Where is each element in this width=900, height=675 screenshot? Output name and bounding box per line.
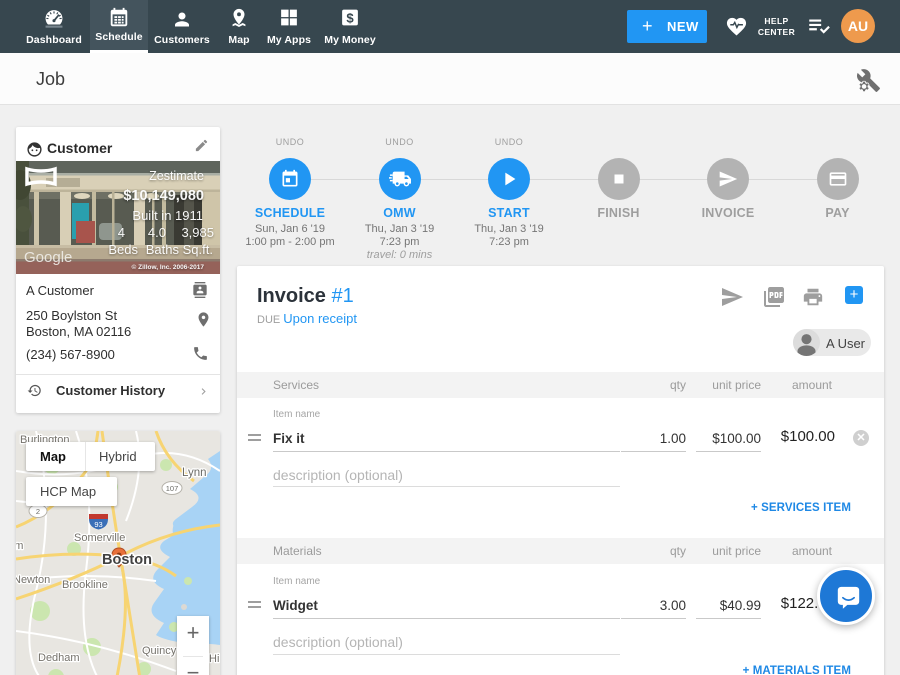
svg-text:4: 4 — [118, 225, 125, 240]
svg-text:4.0: 4.0 — [148, 225, 166, 240]
svg-text:Baths: Baths — [146, 242, 180, 257]
svg-text:Built in 1911: Built in 1911 — [132, 208, 203, 223]
svg-text:$: $ — [346, 10, 354, 25]
svg-text:Hi: Hi — [209, 653, 219, 665]
svg-text:Zestimate: Zestimate — [149, 169, 204, 183]
svg-text:93: 93 — [94, 520, 102, 529]
svg-text:Newton: Newton — [16, 574, 50, 586]
svg-text:Boston: Boston — [102, 552, 152, 568]
svg-text:Quincy: Quincy — [142, 645, 177, 657]
svg-text:Somerville: Somerville — [74, 532, 125, 544]
svg-text:Sq.ft.: Sq.ft. — [183, 242, 213, 257]
svg-text:2: 2 — [36, 507, 40, 516]
svg-text:© Zillow, Inc. 2006-2017: © Zillow, Inc. 2006-2017 — [132, 263, 205, 271]
svg-text:Beds: Beds — [108, 242, 138, 257]
svg-text:Dedham: Dedham — [38, 652, 80, 664]
svg-text:107: 107 — [166, 484, 179, 493]
svg-text:3,985: 3,985 — [181, 225, 214, 240]
svg-text:ham: ham — [16, 540, 23, 552]
svg-text:Lynn: Lynn — [182, 467, 207, 479]
svg-text:Brookline: Brookline — [62, 579, 108, 591]
svg-text:Google: Google — [24, 249, 72, 266]
svg-text:$10,149,080: $10,149,080 — [123, 188, 204, 204]
